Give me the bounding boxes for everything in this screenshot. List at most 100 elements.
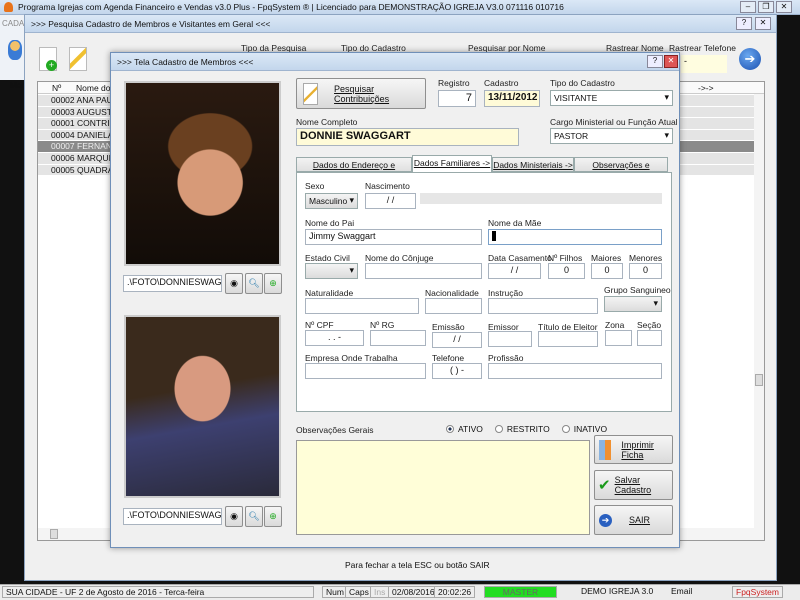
pesquisar-contribuicoes-button[interactable]: Pesquisar Contribuições xyxy=(296,78,426,109)
status-radio-ativo[interactable]: ATIVO xyxy=(446,424,483,434)
registro-input[interactable]: 7 xyxy=(438,90,476,107)
estado-civil-select[interactable] xyxy=(305,263,358,279)
status-time: 20:02:26 xyxy=(434,586,476,598)
sair-button[interactable]: ➔ SAIR xyxy=(594,505,673,535)
nome-mae-label: Nome da Mãe xyxy=(488,218,542,228)
data-casamento-input[interactable]: / / xyxy=(488,263,541,279)
instrucao-input[interactable] xyxy=(488,298,598,314)
nacionalidade-input[interactable] xyxy=(425,298,482,314)
tab-observacoes[interactable]: Observações e Ocorrências xyxy=(574,157,668,180)
dialog-close-button[interactable]: ✕ xyxy=(664,55,678,68)
titulo-eleitor-input[interactable] xyxy=(538,331,598,347)
dialog-help-button[interactable]: ? xyxy=(647,55,663,68)
grupo-sanguineo-label: Grupo Sanguineo xyxy=(604,285,671,295)
naturalidade-input[interactable] xyxy=(305,298,419,314)
telefone-input[interactable]: ( ) - xyxy=(432,363,482,379)
nome-completo-input[interactable]: DONNIE SWAGGART xyxy=(296,128,519,146)
nome-mae-input[interactable] xyxy=(488,229,662,245)
cadastro-date-input[interactable]: 13/11/2012 xyxy=(484,90,540,107)
filhos-input[interactable]: 0 xyxy=(548,263,585,279)
help-button[interactable]: ? xyxy=(736,17,752,30)
photo-2-path[interactable]: .\FOTO\DONNIESWAGGART2 xyxy=(123,508,222,525)
telefone-label: Telefone xyxy=(432,353,465,363)
radio-label: ATIVO xyxy=(458,424,483,434)
webcam-2-button[interactable]: ◉ xyxy=(225,506,243,527)
cargo-select[interactable]: PASTOR xyxy=(550,128,673,144)
app-icon xyxy=(4,2,13,12)
rg-input[interactable] xyxy=(370,330,426,346)
secao-label: Seção xyxy=(637,320,662,330)
imprimir-ficha-button[interactable]: Imprimir Ficha xyxy=(594,435,673,464)
left-toolbar: CADA Mem xyxy=(0,15,28,90)
nascimento-input[interactable]: / / xyxy=(365,193,416,209)
tab-endereco-contato[interactable]: Dados do Endereço e Contato -> xyxy=(296,157,412,180)
cadastro-label: Cadastro xyxy=(484,78,519,88)
restore-button[interactable]: ❐ xyxy=(758,1,774,13)
members-icon[interactable] xyxy=(8,40,22,60)
nome-pai-input[interactable]: Jimmy Swaggart xyxy=(305,229,482,245)
status-user: MASTER xyxy=(484,586,557,598)
status-radio-restrito[interactable]: RESTRITO xyxy=(494,424,550,434)
salvar-cadastro-button[interactable]: ✔ Salvar Cadastro xyxy=(594,470,673,500)
empresa-label: Empresa Onde Trabalha xyxy=(305,353,398,363)
empresa-input[interactable] xyxy=(305,363,426,379)
add-photo-1-button[interactable]: ⊕ xyxy=(264,273,282,294)
salvar-cadastro-label: Salvar Cadastro xyxy=(614,475,652,495)
status-brand: FpqSystem xyxy=(732,586,783,598)
status-date: 02/08/2016 xyxy=(388,586,439,598)
grid-header-more[interactable]: ->-> xyxy=(698,83,714,93)
grupo-sanguineo-select[interactable] xyxy=(604,296,662,312)
dialog-title-bar: >>> Tela Cadastro de Membros <<< ? ✕ xyxy=(111,53,679,71)
webcam-1-button[interactable]: ◉ xyxy=(225,273,243,294)
secao-input[interactable] xyxy=(637,330,662,346)
conjuge-input[interactable] xyxy=(365,263,482,279)
cell-number: 00001 xyxy=(51,118,75,129)
observacoes-label: Observações Gerais xyxy=(296,425,374,435)
menores-input[interactable]: 0 xyxy=(629,263,662,279)
grid-header-number[interactable]: Nº xyxy=(52,83,61,93)
app-title-bar: Programa Igrejas com Agenda Financeiro e… xyxy=(0,0,800,15)
add-photo-2-button[interactable]: ⊕ xyxy=(264,506,282,527)
close-button[interactable]: ✕ xyxy=(776,1,792,13)
email-button[interactable]: Email xyxy=(668,586,695,598)
naturalidade-label: Naturalidade xyxy=(305,288,354,298)
profissao-input[interactable] xyxy=(488,363,662,379)
app-title: Programa Igrejas com Agenda Financeiro e… xyxy=(18,2,564,12)
menu-cadastro[interactable]: CADA xyxy=(2,19,24,28)
status-company: DEMO IGREJA 3.0 xyxy=(581,586,654,596)
go-arrow-button[interactable]: ➔ xyxy=(739,48,761,70)
status-radio-group: ATIVO RESTRITO INATIVO xyxy=(446,424,607,434)
radio-label: RESTRITO xyxy=(506,424,550,434)
photo-1-path[interactable]: .\FOTO\DONNIESWAGGART1 xyxy=(123,275,222,292)
tab-dados-familiares[interactable]: Dados Familiares -> xyxy=(412,155,492,173)
emissao-input[interactable]: / / xyxy=(432,332,482,348)
emissor-input[interactable] xyxy=(488,331,532,347)
grid-vertical-scrollbar[interactable] xyxy=(754,94,764,528)
nome-completo-label: Nome Completo xyxy=(296,117,358,127)
status-radio-inativo[interactable]: INATIVO xyxy=(561,424,607,434)
status-caps: Caps xyxy=(345,586,373,598)
cell-number: 00002 xyxy=(51,95,75,105)
tab-dados-ministeriais[interactable]: Dados Ministeriais -> xyxy=(492,157,574,172)
tipo-cadastro-select[interactable]: VISITANTE xyxy=(550,90,673,106)
cell-number: 00007 xyxy=(51,141,75,152)
cpf-input[interactable]: . . - xyxy=(305,330,364,346)
search-window-title: >>> Pesquisa Cadastro de Membros e Visit… xyxy=(31,19,271,29)
observacoes-textarea[interactable] xyxy=(296,440,590,535)
dialog-title: >>> Tela Cadastro de Membros <<< xyxy=(117,57,254,67)
cell-number: 00003 xyxy=(51,106,75,117)
close-button[interactable]: ✕ xyxy=(755,17,771,30)
zona-input[interactable] xyxy=(605,330,632,346)
status-city-date: SUA CIDADE - UF 2 de Agosto de 2016 - Te… xyxy=(2,586,314,598)
rastrear-telefone-input[interactable]: - xyxy=(681,55,727,73)
sexo-select[interactable]: Masculino xyxy=(305,193,358,209)
maiores-input[interactable]: 0 xyxy=(591,263,623,279)
member-photo-2 xyxy=(124,315,281,498)
zoom-photo-2-button[interactable]: 🔍︎ xyxy=(245,506,263,527)
new-record-icon[interactable]: + xyxy=(39,47,57,71)
zoom-photo-1-button[interactable]: 🔍︎ xyxy=(245,273,263,294)
footer-hint: Para fechar a tela ESC ou botão SAIR xyxy=(345,560,490,570)
edit-record-icon[interactable] xyxy=(69,47,87,71)
minimize-button[interactable]: – xyxy=(740,1,756,13)
print-person-icon xyxy=(599,439,612,460)
